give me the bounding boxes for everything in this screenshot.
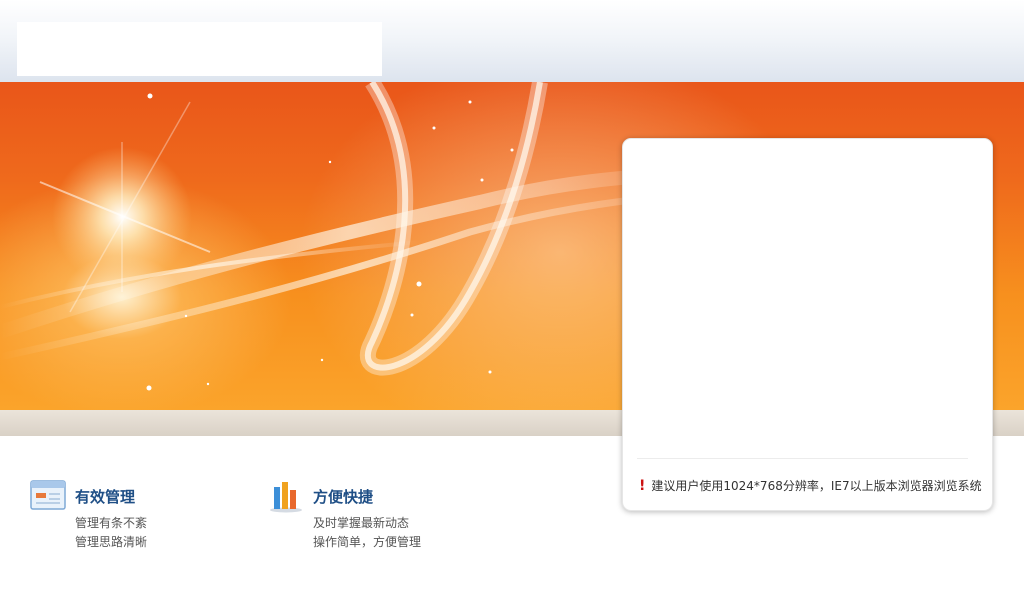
browser-notice: ! 建议用户使用1024*768分辨率，IE7以上版本浏览器浏览系统 <box>639 477 982 494</box>
feature-desc-line: 操作简单，方便管理 <box>313 535 422 549</box>
browser-notice-text: 建议用户使用1024*768分辨率，IE7以上版本浏览器浏览系统 <box>651 479 982 493</box>
bar-chart-icon <box>270 482 302 513</box>
feature-desc-line: 管理思路清晰 <box>75 535 148 549</box>
login-panel: ! 建议用户使用1024*768分辨率，IE7以上版本浏览器浏览系统 <box>622 138 993 511</box>
feature-title: 有效管理 <box>75 488 136 506</box>
window-icon <box>30 480 66 510</box>
feature-title: 方便快捷 <box>313 488 374 506</box>
feature-desc-line: 管理有条不紊 <box>75 516 148 530</box>
exclamation-icon: ! <box>639 477 646 494</box>
notice-divider <box>637 458 968 459</box>
feature-desc-line: 及时掌握最新动态 <box>313 516 410 530</box>
top-header <box>0 0 1024 82</box>
logo-area <box>17 22 382 76</box>
